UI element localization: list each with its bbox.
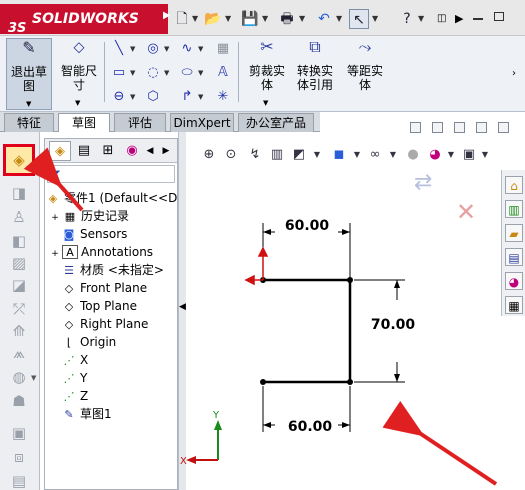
annotation-arrow [382,400,498,486]
sketch-point[interactable] [347,379,353,385]
triad-x-label: X [180,456,187,467]
dimension-bottom-label[interactable]: 60.00 [288,419,333,435]
dimension-top-label[interactable]: 60.00 [285,218,330,234]
sketch-point[interactable] [260,379,266,385]
triad-y-label: Y [212,410,220,421]
reference-triad-icon: Y X [180,410,222,467]
solidworks-window: 3S SOLIDWORKS ▶ 🗋 ▼ 📂 ▼ 💾 ▼ 🖶 ▼ ↶ ▼ ↖ ▼ … [0,0,525,490]
sketch-canvas: 60.00 70.00 60.00 Y X [23,147,498,486]
annotation-arrow [23,147,84,212]
dimension-right-label[interactable]: 70.00 [371,317,416,333]
sketch-point[interactable] [347,277,353,283]
